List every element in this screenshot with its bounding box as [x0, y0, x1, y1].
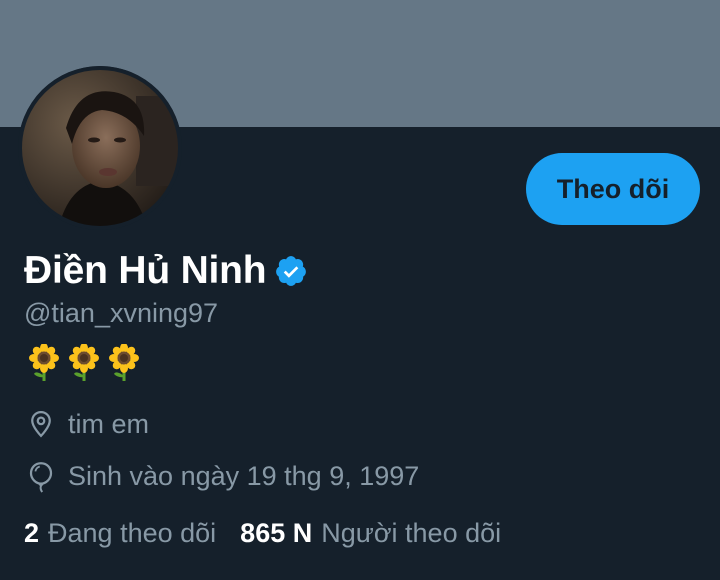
- location-pin-icon: [26, 408, 56, 440]
- follow-button[interactable]: Theo dõi: [526, 153, 700, 225]
- location-text: tim em: [68, 408, 149, 439]
- following-label: Đang theo dõi: [48, 518, 217, 548]
- profile-birthday: Sinh vào ngày 19 thg 9, 1997: [26, 460, 420, 493]
- avatar[interactable]: [18, 66, 182, 230]
- sunflower-icon: [68, 343, 100, 382]
- sunflower-icon: [108, 343, 140, 382]
- following-count: 2: [24, 518, 40, 548]
- verified-badge-icon: [274, 254, 308, 288]
- followers-count: 865 N: [240, 518, 313, 548]
- name-row: Điền Hủ Ninh: [24, 249, 308, 293]
- balloon-icon: [26, 460, 56, 493]
- followers-stat[interactable]: 865 N Người theo dõi: [240, 518, 501, 549]
- following-stat[interactable]: 2 Đang theo dõi: [24, 518, 216, 549]
- sunflower-icon: [28, 343, 60, 382]
- profile-handle: @tian_xvning97: [24, 298, 219, 328]
- profile-stats: 2 Đang theo dõi 865 N Người theo dõi: [24, 518, 525, 549]
- profile-location: tim em: [26, 408, 149, 440]
- display-name: Điền Hủ Ninh: [24, 249, 267, 292]
- birthday-text: Sinh vào ngày 19 thg 9, 1997: [68, 460, 420, 491]
- profile-bio: [28, 343, 140, 382]
- avatar-photo: [18, 66, 182, 230]
- followers-label: Người theo dõi: [321, 518, 502, 548]
